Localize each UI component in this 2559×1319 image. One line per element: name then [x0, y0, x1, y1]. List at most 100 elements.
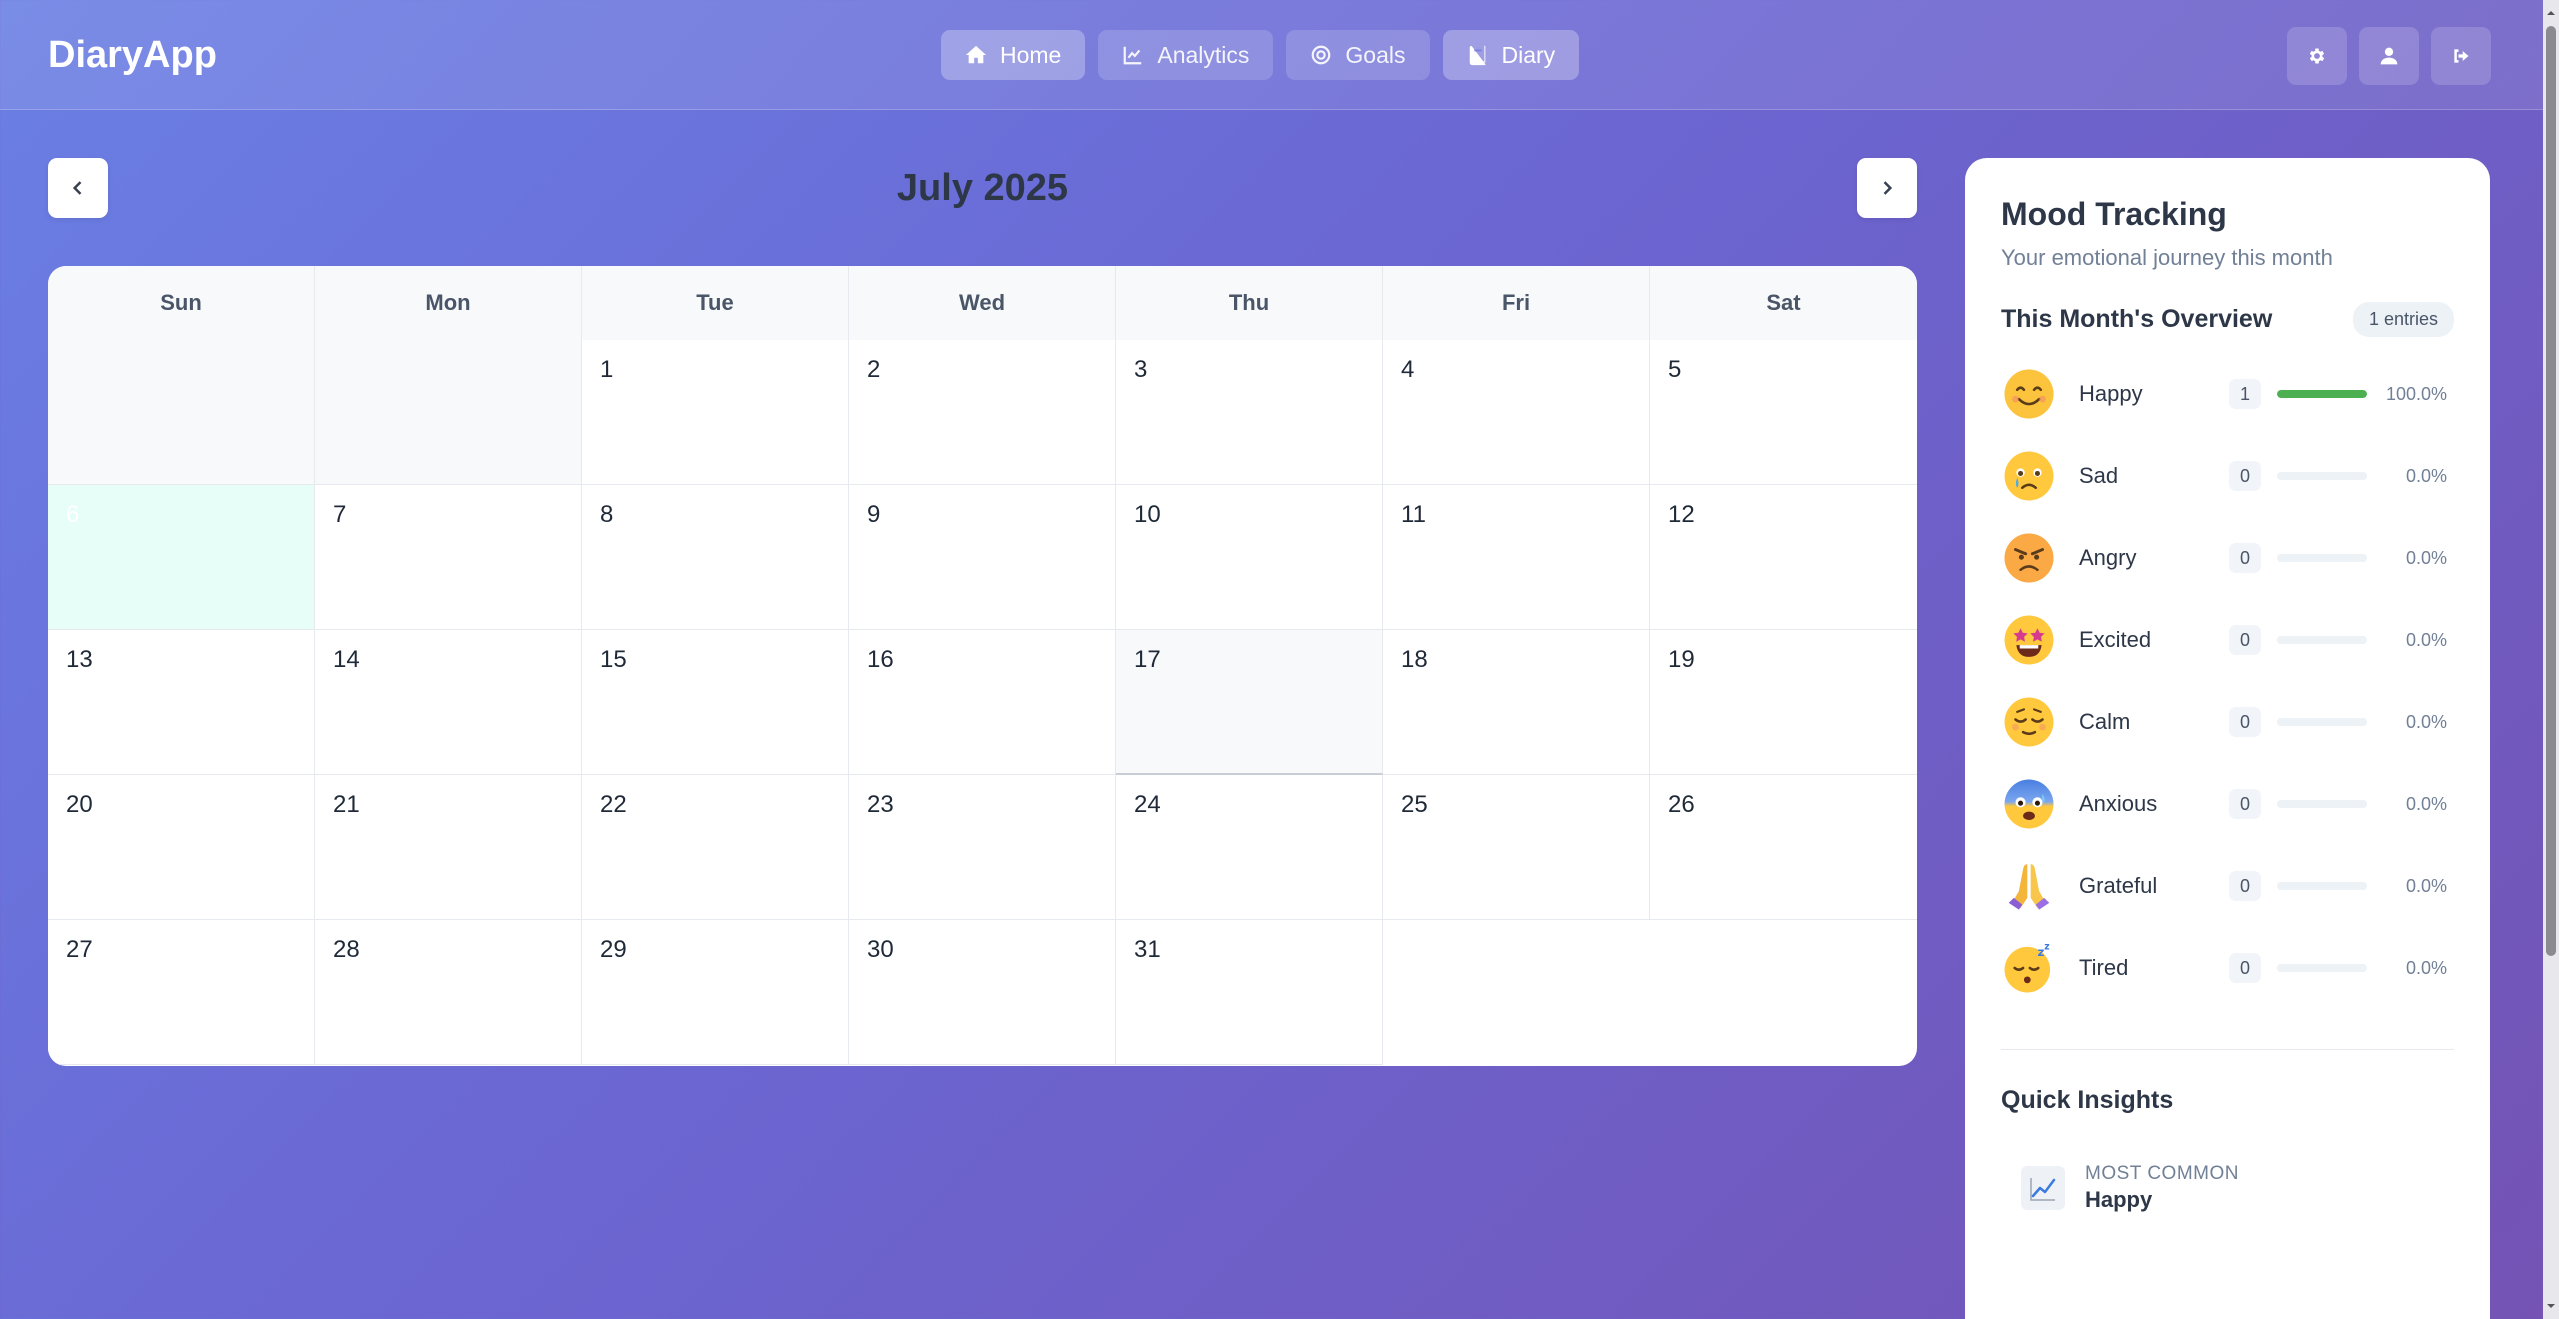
scroll-up-icon[interactable] [2546, 8, 2556, 18]
day-cell-17[interactable]: 17 [1116, 630, 1383, 775]
section-divider [2001, 1049, 2454, 1050]
next-month-button[interactable] [1857, 158, 1917, 218]
day-cell-22[interactable]: 22 [582, 775, 849, 920]
mood-count: 0 [2229, 789, 2261, 819]
day-cell-11[interactable]: 11 [1383, 485, 1650, 630]
day-cell-20[interactable]: 20 [48, 775, 315, 920]
profile-button[interactable] [2359, 27, 2419, 85]
mood-count: 0 [2229, 871, 2261, 901]
day-cell-16[interactable]: 16 [849, 630, 1116, 775]
nav-analytics-label: Analytics [1157, 41, 1250, 68]
mood-percent: 0.0% [2405, 629, 2447, 650]
mood-row-angry: Angry 0 0.0% [2001, 517, 2454, 599]
day-cell-14[interactable]: 14 [315, 630, 582, 775]
day-cell-7[interactable]: 7 [315, 485, 582, 630]
mood-row-anxious: Anxious 0 0.0% [2001, 763, 2454, 845]
nav-home-button[interactable]: Home [941, 30, 1086, 80]
day-cell-28[interactable]: 28 [315, 920, 582, 1065]
mood-percent: 0.0% [2405, 957, 2447, 978]
empty-day-cell [48, 340, 315, 485]
day-cell-31[interactable]: 31 [1116, 920, 1383, 1065]
mood-row-excited: Excited 0 0.0% [2001, 599, 2454, 681]
mood-name: Anxious [2079, 791, 2158, 816]
mood-name: Tired [2079, 955, 2129, 980]
mood-name: Angry [2079, 545, 2137, 570]
day-cell-13[interactable]: 13 [48, 630, 315, 775]
day-cell-23[interactable]: 23 [849, 775, 1116, 920]
day-cell-19[interactable]: 19 [1650, 630, 1917, 775]
mood-progress-bar [2277, 472, 2367, 480]
day-cell-5[interactable]: 5 [1650, 340, 1917, 485]
mood-progress-bar [2277, 390, 2367, 398]
user-icon [2380, 47, 2398, 65]
settings-button[interactable] [2287, 27, 2347, 85]
day-cell-1[interactable]: 1 [582, 340, 849, 485]
day-cell-25[interactable]: 25 [1383, 775, 1650, 920]
nav-diary-button[interactable]: Diary [1442, 30, 1580, 80]
day-cell-8[interactable]: 8 [582, 485, 849, 630]
mood-count: 0 [2229, 707, 2261, 737]
weekday-header: Sun Mon Tue Wed Thu Fri Sat [48, 266, 1917, 340]
target-icon [1312, 45, 1331, 65]
panel-title: Mood Tracking [2001, 196, 2227, 232]
mood-name: Calm [2079, 709, 2131, 734]
day-cell-10[interactable]: 10 [1116, 485, 1383, 630]
page-scrollbar[interactable] [2543, 0, 2559, 1319]
folded-hands-icon [2001, 858, 2057, 914]
mood-percent: 0.0% [2405, 711, 2447, 732]
insight-most-common: Most Common Happy [2021, 1163, 2454, 1213]
trailing-empty-cell [1650, 920, 1917, 1065]
day-cell-27[interactable]: 27 [48, 920, 315, 1065]
main-nav: Home Analytics Goals Diary [941, 30, 1580, 80]
calendar-grid: Sun Mon Tue Wed Thu Fri Sat 1 2 3 4 5 6 … [48, 266, 1917, 1066]
day-cell-15[interactable]: 15 [582, 630, 849, 775]
day-cell-30[interactable]: 30 [849, 920, 1116, 1065]
nav-diary-label: Diary [1501, 41, 1556, 68]
overview-header: This Month's Overview 1 entries [2001, 302, 2454, 337]
mood-progress-bar [2277, 636, 2367, 644]
mood-tracking-panel: Mood Tracking Your emotional journey thi… [1965, 158, 2490, 1319]
mood-list: Happy 1 100.0% Sad 0 0.0% Angry 0 0.0% E… [2001, 353, 2454, 1009]
day-cell-6-today[interactable]: 6 [48, 485, 315, 630]
scroll-down-icon[interactable] [2546, 1301, 2556, 1311]
day-cell-12[interactable]: 12 [1650, 485, 1917, 630]
scroll-thumb[interactable] [2546, 26, 2556, 956]
mood-progress-bar [2277, 800, 2367, 808]
angry-face-icon [2001, 530, 2057, 586]
mood-row-tired: zz Tired 0 0.0% [2001, 927, 2454, 1009]
day-cell-26[interactable]: 26 [1650, 775, 1917, 920]
mood-percent: 100.0% [2385, 383, 2447, 404]
mood-name: Excited [2079, 627, 2152, 652]
day-cell-4[interactable]: 4 [1383, 340, 1650, 485]
day-cell-3[interactable]: 3 [1116, 340, 1383, 485]
nav-analytics-button[interactable]: Analytics [1098, 30, 1274, 80]
nav-goals-button[interactable]: Goals [1286, 30, 1430, 80]
logout-button[interactable] [2431, 27, 2491, 85]
mood-progress-bar [2277, 964, 2367, 972]
chart-increasing-icon [2021, 1166, 2065, 1210]
mood-progress-bar [2277, 718, 2367, 726]
trailing-empty-cell [1383, 920, 1650, 1065]
mood-name: Grateful [2079, 873, 2158, 898]
sign-out-icon [2454, 49, 2469, 63]
day-cell-2[interactable]: 2 [849, 340, 1116, 485]
day-cell-29[interactable]: 29 [582, 920, 849, 1065]
day-cell-24[interactable]: 24 [1116, 775, 1383, 920]
crying-face-icon [2001, 448, 2057, 504]
svg-text:z: z [2044, 941, 2049, 952]
app-brand[interactable]: DiaryApp [48, 30, 217, 80]
header-actions [2287, 27, 2491, 85]
mood-percent: 0.0% [2405, 547, 2447, 568]
weekday-mon: Mon [315, 266, 582, 340]
mood-progress-bar [2277, 554, 2367, 562]
weekday-thu: Thu [1116, 266, 1383, 340]
day-cell-18[interactable]: 18 [1383, 630, 1650, 775]
mood-count: 0 [2229, 461, 2261, 491]
mood-percent: 0.0% [2405, 793, 2447, 814]
nav-home-label: Home [1000, 41, 1062, 68]
day-cell-9[interactable]: 9 [849, 485, 1116, 630]
mood-count: 0 [2229, 953, 2261, 983]
empty-day-cell [315, 340, 582, 485]
day-cell-21[interactable]: 21 [315, 775, 582, 920]
insight-value: Happy [2085, 1187, 2153, 1212]
